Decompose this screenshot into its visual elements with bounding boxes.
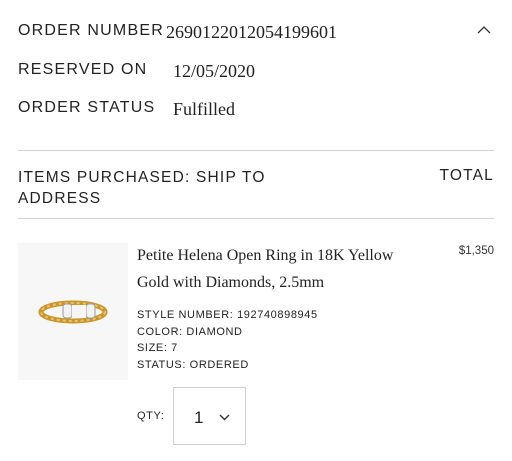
- order-number-label: ORDER NUMBER: [18, 22, 164, 39]
- chevron-up-icon[interactable]: [476, 22, 492, 38]
- reserved-on-label: RESERVED ON: [18, 61, 148, 78]
- divider: [18, 218, 494, 219]
- reserved-on-value: 12/05/2020: [173, 61, 256, 81]
- order-status-value: Fulfilled: [173, 99, 235, 119]
- item-price: $1,350: [458, 245, 494, 257]
- chevron-down-icon: [219, 414, 230, 421]
- ring-product-image[interactable]: [18, 243, 128, 380]
- ring-icon: [38, 300, 108, 324]
- order-status-label: ORDER STATUS: [18, 99, 156, 116]
- item-details: STYLE NUMBER: 192740898945 COLOR: DIAMON…: [137, 307, 318, 373]
- product-name[interactable]: Petite Helena Open Ring in 18K Yellow Go…: [137, 242, 427, 296]
- item-color: COLOR: DIAMOND: [137, 325, 243, 338]
- items-purchased-header: ITEMS PURCHASED: SHIP TO ADDRESS: [18, 169, 266, 207]
- quantity-value: 1: [194, 408, 204, 427]
- order-number-value: 2690122012054199601: [166, 22, 337, 42]
- quantity-select[interactable]: 1: [173, 387, 246, 445]
- qty-label: QTY:: [137, 410, 165, 422]
- item-size: SIZE: 7: [137, 342, 178, 354]
- style-number: STYLE NUMBER: 192740898945: [137, 309, 318, 321]
- divider: [18, 150, 494, 151]
- item-status: STATUS: ORDERED: [137, 358, 249, 371]
- total-header: TOTAL: [439, 167, 494, 184]
